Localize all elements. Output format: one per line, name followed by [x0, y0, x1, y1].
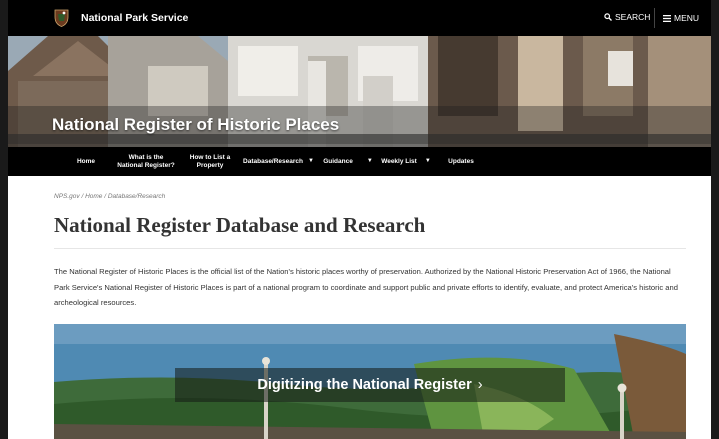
page-title: National Register Database and Research: [54, 213, 426, 237]
feature-card[interactable]: Digitizing the National Register ›: [54, 324, 686, 439]
nps-arrowhead-logo[interactable]: [54, 9, 69, 27]
page: National Park Service SEARCH MENU Nation…: [0, 0, 719, 439]
menu-label: MENU: [674, 13, 700, 23]
left-border: [0, 0, 8, 439]
hero-title: National Register of Historic Places: [52, 115, 340, 134]
nav-item-weekly-list[interactable]: Weekly List ▼: [377, 147, 435, 176]
nav-item-how-to-list[interactable]: How to List a Property: [185, 147, 235, 176]
nav-item-updates[interactable]: Updates: [446, 147, 476, 176]
breadcrumb: NPS.gov / Home / Database/Research: [54, 193, 166, 200]
feature-link[interactable]: Digitizing the National Register ›: [175, 368, 565, 402]
chevron-right-icon: ›: [477, 377, 483, 393]
nav-item-database-research[interactable]: Database/Research ▼: [241, 147, 316, 176]
breadcrumb-item[interactable]: NPS.gov: [54, 193, 80, 200]
nav-item-home[interactable]: Home: [74, 147, 98, 176]
chevron-down-icon: ▼: [424, 158, 431, 165]
search-icon: [604, 13, 612, 21]
top-bar: National Park Service SEARCH MENU: [8, 0, 711, 36]
chevron-down-icon: ▼: [366, 158, 373, 165]
nav-item-guidance[interactable]: Guidance ▼: [320, 147, 376, 176]
breadcrumb-item[interactable]: Home: [85, 193, 102, 200]
right-border: [711, 0, 719, 439]
breadcrumb-item[interactable]: Database/Research: [108, 193, 165, 200]
chevron-down-icon: ▼: [308, 158, 314, 165]
divider: [54, 248, 686, 249]
brand-name[interactable]: National Park Service: [81, 12, 188, 24]
main-nav: Home What is the National Register? How …: [8, 147, 711, 176]
hero-banner: National Register of Historic Places: [8, 36, 711, 147]
nav-item-what-is[interactable]: What is the National Register?: [116, 147, 176, 176]
menu-button[interactable]: MENU: [654, 8, 699, 28]
hamburger-icon: [663, 14, 671, 22]
intro-paragraph: The National Register of Historic Places…: [54, 267, 678, 307]
search-button[interactable]: SEARCH: [604, 12, 650, 22]
search-label: SEARCH: [615, 12, 651, 22]
